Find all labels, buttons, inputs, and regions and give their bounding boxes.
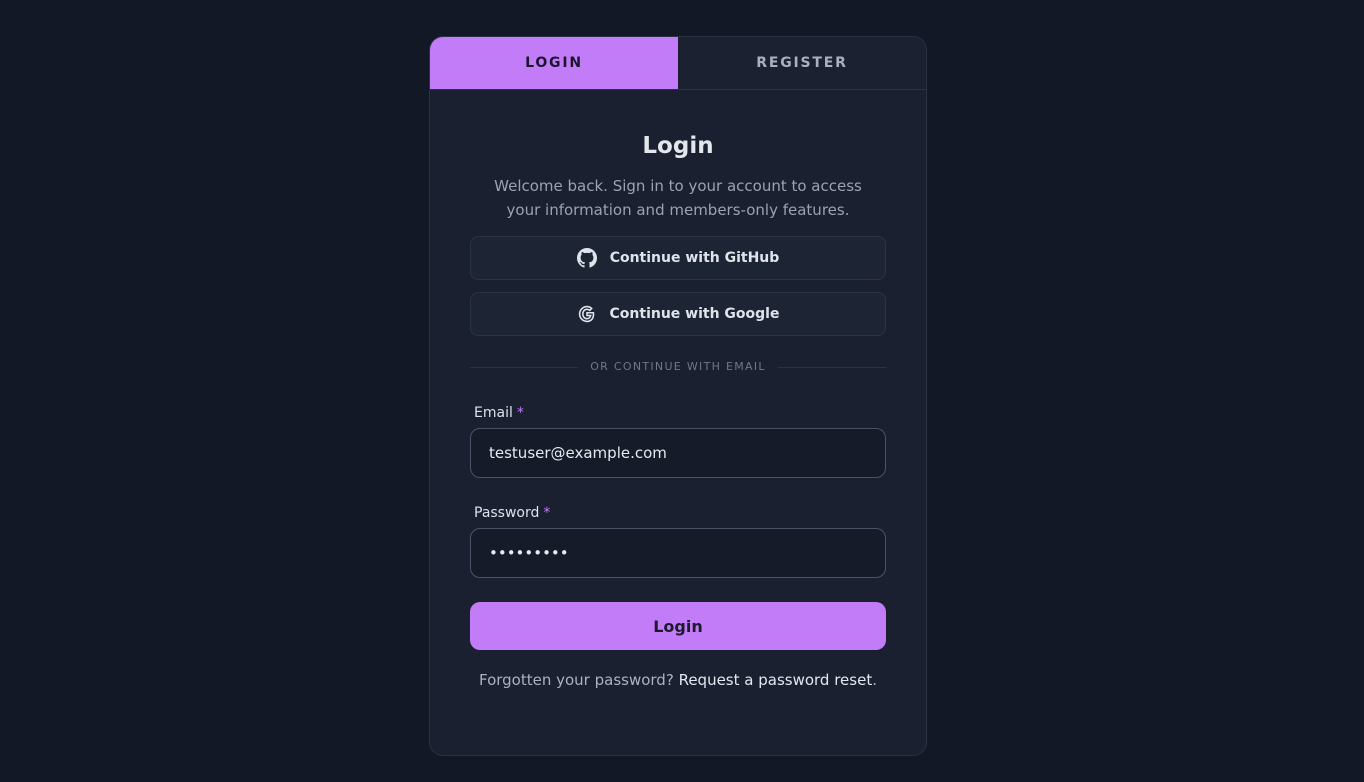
email-field[interactable] bbox=[487, 443, 869, 463]
reset-password-link[interactable]: Request a password reset bbox=[679, 671, 873, 689]
forgot-text: Forgotten your password? bbox=[478, 671, 674, 689]
form-subtitle: Welcome back. Sign in to your account to… bbox=[494, 177, 862, 219]
password-field[interactable] bbox=[487, 543, 869, 563]
divider-text: OR CONTINUE WITH EMAIL bbox=[578, 360, 778, 374]
email-label: Email * bbox=[474, 404, 886, 422]
password-label: Password * bbox=[474, 504, 886, 522]
forgot-password: Forgotten your password? Request a passw… bbox=[470, 671, 886, 689]
login-card: LOGIN REGISTER Login Welcome back. Sign … bbox=[429, 36, 927, 756]
login-form: Login Welcome back. Sign in to your acco… bbox=[470, 90, 886, 689]
auth-tabs: LOGIN REGISTER bbox=[430, 37, 926, 90]
password-field-box bbox=[470, 528, 886, 578]
login-button[interactable]: Login bbox=[470, 602, 886, 650]
tab-register[interactable]: REGISTER bbox=[678, 37, 926, 89]
google-button[interactable]: Continue with Google bbox=[470, 292, 886, 336]
google-icon bbox=[577, 304, 597, 324]
form-title: Login bbox=[642, 133, 714, 159]
divider: OR CONTINUE WITH EMAIL bbox=[470, 360, 886, 374]
email-label-text: Email bbox=[474, 405, 513, 421]
required-mark: * bbox=[516, 405, 524, 421]
github-button-label: Continue with GitHub bbox=[609, 250, 780, 266]
tab-login[interactable]: LOGIN bbox=[430, 37, 678, 89]
github-button[interactable]: Continue with GitHub bbox=[470, 236, 886, 280]
password-label-text: Password bbox=[474, 505, 540, 521]
password-group: Password * bbox=[470, 504, 886, 578]
reset-suffix: . bbox=[872, 671, 877, 689]
email-group: Email * bbox=[470, 404, 886, 478]
github-icon bbox=[576, 248, 597, 268]
required-mark: * bbox=[543, 505, 551, 521]
google-button-label: Continue with Google bbox=[609, 306, 780, 322]
email-field-box bbox=[470, 428, 886, 478]
